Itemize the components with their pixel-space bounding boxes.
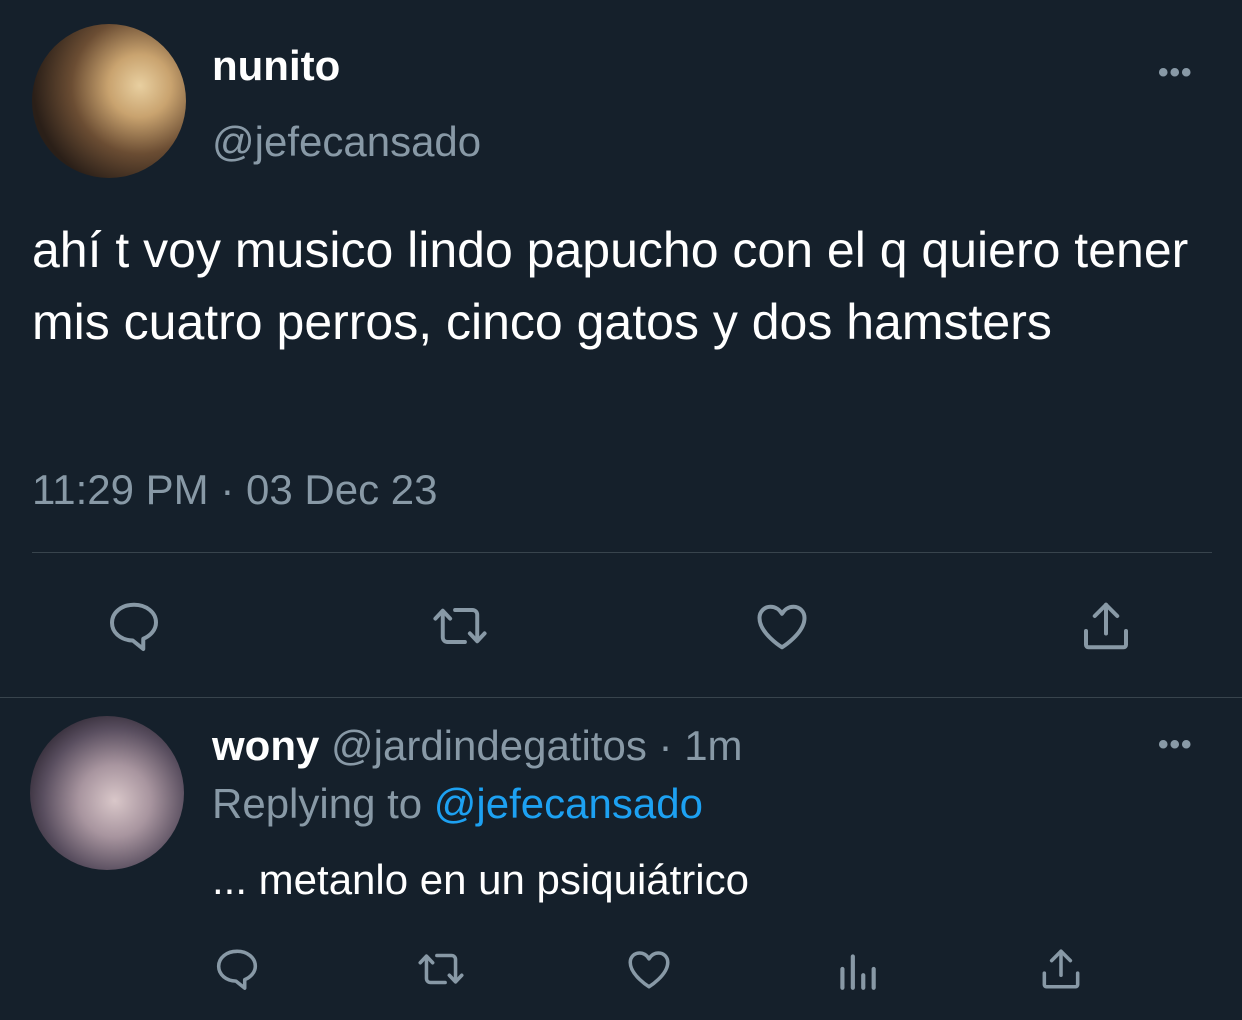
reply-reply-icon[interactable] bbox=[212, 944, 262, 994]
tweet-date: 03 Dec 23 bbox=[246, 466, 438, 513]
timestamp-separator: · bbox=[220, 466, 235, 513]
reply-handle[interactable]: @jardindegatitos bbox=[331, 722, 647, 769]
reply-header: wony @jardindegatitos · 1m bbox=[212, 722, 743, 770]
share-icon[interactable] bbox=[1076, 596, 1136, 656]
analytics-icon[interactable] bbox=[832, 944, 882, 994]
reply-author-avatar[interactable] bbox=[30, 716, 184, 870]
divider bbox=[32, 552, 1212, 553]
author-display-name[interactable]: nunito bbox=[212, 42, 340, 90]
like-icon[interactable] bbox=[752, 596, 812, 656]
tweet-time: 11:29 PM bbox=[32, 466, 209, 513]
reply-share-icon[interactable] bbox=[1036, 944, 1086, 994]
author-handle[interactable]: @jefecansado bbox=[212, 118, 481, 166]
tweet-text: ahí t voy musico lindo papucho con el q … bbox=[32, 222, 1189, 350]
reply-icon[interactable] bbox=[104, 596, 164, 656]
section-divider bbox=[0, 697, 1242, 698]
replying-to-label: Replying to bbox=[212, 780, 423, 827]
reply-age[interactable]: 1m bbox=[684, 722, 742, 769]
reply-retweet-icon[interactable] bbox=[414, 944, 468, 994]
author-avatar[interactable] bbox=[32, 24, 186, 178]
reply-like-icon[interactable] bbox=[624, 944, 674, 994]
reply-display-name[interactable]: wony bbox=[212, 722, 319, 769]
retweet-icon[interactable] bbox=[428, 596, 492, 656]
reply-text: ... metanlo en un psiquiátrico bbox=[212, 856, 749, 903]
reply-separator: · bbox=[658, 722, 673, 769]
replying-to-line: Replying to @jefecansado bbox=[212, 780, 703, 828]
replying-to-handle-link[interactable]: @jefecansado bbox=[434, 780, 703, 827]
tweet-timestamp[interactable]: 11:29 PM · 03 Dec 23 bbox=[32, 466, 437, 514]
more-options-icon[interactable]: ••• bbox=[1158, 56, 1193, 90]
reply-more-options-icon[interactable]: ••• bbox=[1158, 728, 1193, 762]
